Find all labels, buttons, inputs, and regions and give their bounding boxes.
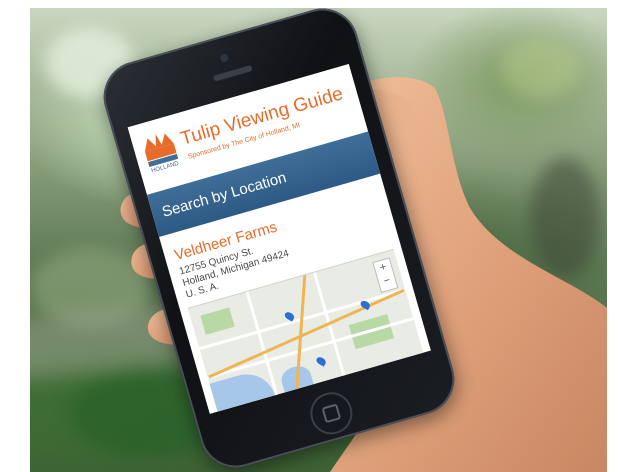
home-button[interactable] xyxy=(305,387,358,440)
background-photo: HOLLAND Tulip Viewing Guide Sponsored by… xyxy=(30,8,607,472)
map-zoom-control[interactable]: + − xyxy=(372,257,399,293)
map-pin-icon[interactable] xyxy=(315,355,328,367)
app-title: Tulip Viewing Guide xyxy=(178,83,346,150)
earpiece-speaker xyxy=(212,64,253,82)
zoom-out-button[interactable]: − xyxy=(377,272,396,290)
front-camera xyxy=(219,53,230,64)
holland-logo-icon: HOLLAND xyxy=(144,133,180,174)
